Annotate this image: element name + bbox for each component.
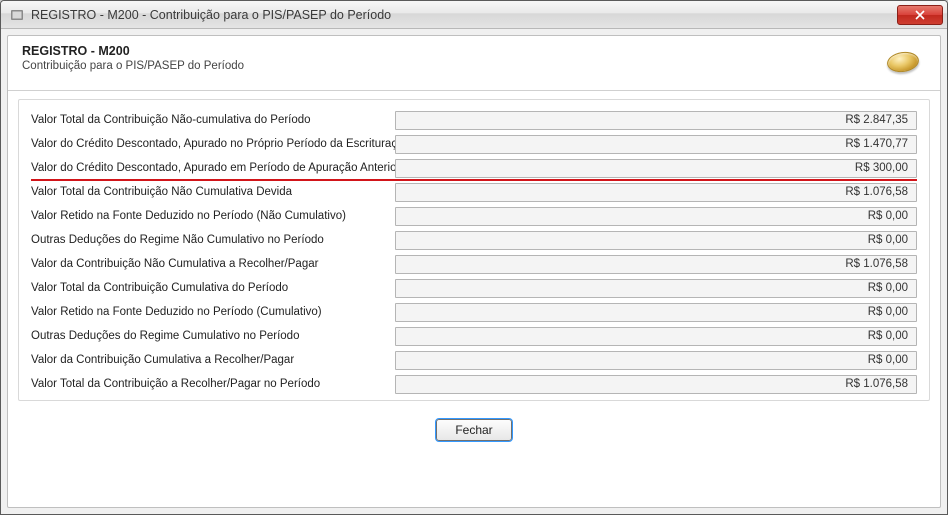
field-label: Valor Retido na Fonte Deduzido no Períod… bbox=[31, 210, 395, 222]
window: REGISTRO - M200 - Contribuição para o PI… bbox=[0, 0, 948, 515]
form-row: Valor Retido na Fonte Deduzido no Períod… bbox=[31, 300, 917, 324]
app-icon bbox=[9, 7, 25, 23]
divider bbox=[8, 90, 940, 91]
field-label: Valor da Contribuição Cumulativa a Recol… bbox=[31, 354, 395, 366]
field-label: Valor Retido na Fonte Deduzido no Períod… bbox=[31, 306, 395, 318]
form-row: Valor da Contribuição Cumulativa a Recol… bbox=[31, 348, 917, 372]
field-value[interactable]: R$ 0,00 bbox=[395, 303, 917, 322]
field-value[interactable]: R$ 1.470,77 bbox=[395, 135, 917, 154]
field-value[interactable]: R$ 1.076,58 bbox=[395, 375, 917, 394]
form-row: Outras Deduções do Regime Cumulativo no … bbox=[31, 324, 917, 348]
form-row: Valor Total da Contribuição Não Cumulati… bbox=[31, 180, 917, 204]
close-button[interactable] bbox=[897, 5, 943, 25]
field-value[interactable]: R$ 0,00 bbox=[395, 327, 917, 346]
form-row: Valor Total da Contribuição Não-cumulati… bbox=[31, 108, 917, 132]
form-row: Valor do Crédito Descontado, Apurado no … bbox=[31, 132, 917, 156]
close-icon bbox=[915, 10, 925, 20]
field-value[interactable]: R$ 1.076,58 bbox=[395, 183, 917, 202]
footer: Fechar bbox=[8, 409, 940, 453]
coin-icon bbox=[880, 44, 926, 80]
client-area: REGISTRO - M200 Contribuição para o PIS/… bbox=[1, 29, 947, 514]
form-row: Valor do Crédito Descontado, Apurado em … bbox=[31, 156, 917, 180]
field-label: Valor Total da Contribuição Cumulativa d… bbox=[31, 282, 395, 294]
field-label: Outras Deduções do Regime Não Cumulativo… bbox=[31, 234, 395, 246]
close-form-button[interactable]: Fechar bbox=[436, 419, 512, 441]
main-panel: REGISTRO - M200 Contribuição para o PIS/… bbox=[7, 35, 941, 508]
field-label: Valor Total da Contribuição a Recolher/P… bbox=[31, 378, 395, 390]
form-row: Valor Total da Contribuição a Recolher/P… bbox=[31, 372, 917, 396]
form-area: Valor Total da Contribuição Não-cumulati… bbox=[18, 99, 930, 401]
form-row: Outras Deduções do Regime Não Cumulativo… bbox=[31, 228, 917, 252]
form-row: Valor Retido na Fonte Deduzido no Períod… bbox=[31, 204, 917, 228]
panel-header: REGISTRO - M200 Contribuição para o PIS/… bbox=[8, 36, 940, 90]
field-value[interactable]: R$ 0,00 bbox=[395, 279, 917, 298]
field-label: Valor do Crédito Descontado, Apurado em … bbox=[31, 162, 395, 174]
form-row: Valor Total da Contribuição Cumulativa d… bbox=[31, 276, 917, 300]
field-label: Outras Deduções do Regime Cumulativo no … bbox=[31, 330, 395, 342]
field-label: Valor da Contribuição Não Cumulativa a R… bbox=[31, 258, 395, 270]
field-value[interactable]: R$ 2.847,35 bbox=[395, 111, 917, 130]
field-value[interactable]: R$ 0,00 bbox=[395, 207, 917, 226]
panel-title: REGISTRO - M200 bbox=[22, 44, 880, 58]
field-value[interactable]: R$ 300,00 bbox=[395, 159, 917, 178]
field-label: Valor Total da Contribuição Não-cumulati… bbox=[31, 114, 395, 126]
panel-subtitle: Contribuição para o PIS/PASEP do Período bbox=[22, 60, 880, 72]
field-label: Valor do Crédito Descontado, Apurado no … bbox=[31, 138, 395, 150]
panel-header-text: REGISTRO - M200 Contribuição para o PIS/… bbox=[22, 44, 880, 72]
field-value[interactable]: R$ 1.076,58 bbox=[395, 255, 917, 274]
form-row: Valor da Contribuição Não Cumulativa a R… bbox=[31, 252, 917, 276]
window-title: REGISTRO - M200 - Contribuição para o PI… bbox=[31, 8, 897, 22]
titlebar[interactable]: REGISTRO - M200 - Contribuição para o PI… bbox=[1, 1, 947, 29]
field-value[interactable]: R$ 0,00 bbox=[395, 231, 917, 250]
field-value[interactable]: R$ 0,00 bbox=[395, 351, 917, 370]
field-label: Valor Total da Contribuição Não Cumulati… bbox=[31, 186, 395, 198]
